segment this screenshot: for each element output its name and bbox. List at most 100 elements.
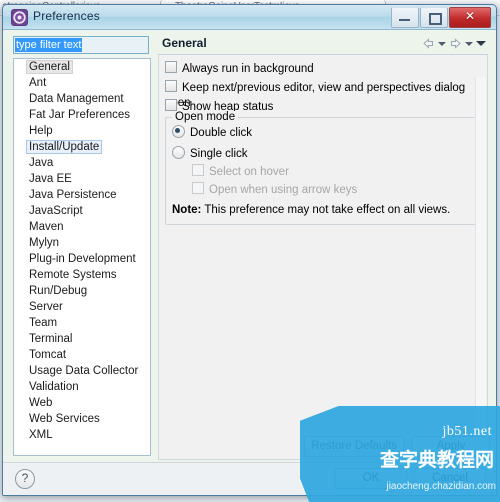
tree-item-plug-in-development[interactable]: Plug-in Development xyxy=(14,251,150,267)
apply-button[interactable]: Apply xyxy=(412,436,490,457)
dialog-title: Preferences xyxy=(33,9,100,23)
tree-item-label: Web xyxy=(29,397,53,409)
tree-item-label: Team xyxy=(29,317,58,329)
checkbox-icon[interactable] xyxy=(165,61,177,73)
page-content: Always run in background Keep next/previo… xyxy=(158,55,488,480)
search-input[interactable] xyxy=(13,36,149,54)
tree-item-web-services[interactable]: Web Services xyxy=(14,411,150,427)
radio-row[interactable]: Double click xyxy=(172,125,478,141)
tree-item-terminal[interactable]: Terminal xyxy=(14,331,150,347)
close-button[interactable]: ✕ xyxy=(449,7,491,28)
tree-item-label: Validation xyxy=(29,381,79,393)
tree-item-usage-data-collector[interactable]: Usage Data Collector xyxy=(14,363,150,379)
tree-item-data-management[interactable]: Data Management xyxy=(14,91,150,107)
maximize-button[interactable] xyxy=(420,7,448,28)
tree-item-maven[interactable]: Maven xyxy=(14,219,150,235)
forward-menu-chevron-down-icon[interactable] xyxy=(465,41,473,46)
radio-row[interactable]: Single click xyxy=(172,146,478,162)
tree-item-help[interactable]: Help xyxy=(14,123,150,139)
preferences-icon xyxy=(11,9,28,26)
tree-item-label: General xyxy=(26,60,73,74)
tree-item-label: Fat Jar Preferences xyxy=(29,109,130,121)
tree-item-label: JavaScript xyxy=(29,205,83,217)
tree-item-label: XML xyxy=(29,429,53,441)
checkbox-row[interactable]: Keep next/previous editor, view and pers… xyxy=(165,80,487,109)
tree-item-label: Java Persistence xyxy=(29,189,117,201)
sub-checkbox-row: Open when using arrow keys xyxy=(192,182,478,198)
filter-field-wrapper: type filter text xyxy=(13,36,149,54)
tree-item-label: Help xyxy=(29,125,53,137)
preferences-tree[interactable]: General Ant Data Management Fat Jar Prefere… xyxy=(13,58,151,456)
tree-item-general[interactable]: General xyxy=(14,59,150,75)
tree-item-label: Terminal xyxy=(29,333,73,345)
vertical-scrollbar[interactable] xyxy=(475,77,486,480)
checkbox-icon[interactable] xyxy=(165,80,177,92)
tree-item-label: Web Services xyxy=(29,413,100,425)
tree-item-label: Java EE xyxy=(29,173,72,185)
note-prefix: Note: xyxy=(172,204,202,216)
tree-item-label: Server xyxy=(29,301,63,313)
checkbox-icon[interactable] xyxy=(165,99,177,111)
open-mode-options: Double click Single click Select on hover O… xyxy=(166,125,478,198)
tree-item-tomcat[interactable]: Tomcat xyxy=(14,347,150,363)
tree-item-label: Ant xyxy=(29,77,47,89)
radio-icon[interactable] xyxy=(172,125,185,138)
minimize-icon xyxy=(399,19,410,21)
ok-button[interactable]: OK xyxy=(335,468,407,489)
page-nav xyxy=(422,37,486,50)
forward-arrow-icon[interactable] xyxy=(449,37,462,50)
tree-item-label: Usage Data Collector xyxy=(29,365,139,377)
tree-item-java[interactable]: Java xyxy=(14,155,150,171)
radio-label: Double click xyxy=(190,127,252,139)
tree-item-java-ee[interactable]: Java EE xyxy=(14,171,150,187)
cancel-button[interactable]: Cancel xyxy=(414,468,486,489)
page-buttons: Restore Defaults Apply xyxy=(304,436,490,457)
preferences-dialog: Preferences ✕ type filter text General An… xyxy=(2,4,497,496)
checkbox-group: Always run in background Keep next/previo… xyxy=(159,61,487,114)
checkbox-icon xyxy=(192,182,204,194)
window-controls: ✕ xyxy=(390,7,491,28)
tree-item-server[interactable]: Server xyxy=(14,299,150,315)
tree-item-fat-jar-preferences[interactable]: Fat Jar Preferences xyxy=(14,107,150,123)
tree-item-javascript[interactable]: JavaScript xyxy=(14,203,150,219)
close-icon: ✕ xyxy=(464,9,476,23)
sub-checkbox-label: Open when using arrow keys xyxy=(209,184,358,196)
tree-item-xml[interactable]: XML xyxy=(14,427,150,443)
tree-item-team[interactable]: Team xyxy=(14,315,150,331)
back-menu-chevron-down-icon[interactable] xyxy=(438,41,446,46)
tree-item-validation[interactable]: Validation xyxy=(14,379,150,395)
dialog-action-buttons: OK Cancel xyxy=(335,468,486,489)
dialog-body: type filter text General Ant Data Manageme… xyxy=(3,30,496,480)
radio-icon[interactable] xyxy=(172,146,185,159)
tree-item-ant[interactable]: Ant xyxy=(14,75,150,91)
radio-label: Single click xyxy=(190,148,248,160)
view-menu-icon[interactable] xyxy=(476,41,486,46)
tree-item-label: Install/Update xyxy=(26,140,103,154)
tree-item-label: Maven xyxy=(29,221,64,233)
tree-item-web[interactable]: Web xyxy=(14,395,150,411)
page-title: General xyxy=(162,36,207,50)
open-mode-note: Note: This preference may not take effec… xyxy=(172,204,478,216)
tree-item-label: Run/Debug xyxy=(29,285,88,297)
tree-item-label: Mylyn xyxy=(29,237,60,249)
help-button[interactable]: ? xyxy=(15,469,35,489)
checkbox-row[interactable]: Always run in background xyxy=(165,61,487,76)
tree-item-label: Remote Systems xyxy=(29,269,117,281)
checkbox-label: Always run in background xyxy=(182,63,314,75)
open-mode-group: Open mode Double click Single click Select… xyxy=(165,111,479,225)
preference-page: General Always run in background Keep nex… xyxy=(158,34,488,480)
tree-item-mylyn[interactable]: Mylyn xyxy=(14,235,150,251)
minimize-button[interactable] xyxy=(391,7,419,28)
maximize-icon xyxy=(429,13,442,25)
restore-defaults-button[interactable]: Restore Defaults xyxy=(304,436,404,457)
sub-checkbox-label: Select on hover xyxy=(209,166,289,178)
checkbox-icon xyxy=(192,164,204,176)
tree-item-remote-systems[interactable]: Remote Systems xyxy=(14,267,150,283)
dialog-titlebar[interactable]: Preferences ✕ xyxy=(3,5,496,30)
tree-item-install-update[interactable]: Install/Update xyxy=(14,139,150,155)
sub-checkbox-row: Select on hover xyxy=(192,164,478,180)
tree-item-java-persistence[interactable]: Java Persistence xyxy=(14,187,150,203)
tree-item-run-debug[interactable]: Run/Debug xyxy=(14,283,150,299)
back-arrow-icon[interactable] xyxy=(422,37,435,50)
dialog-footer: ? OK Cancel xyxy=(3,462,496,495)
